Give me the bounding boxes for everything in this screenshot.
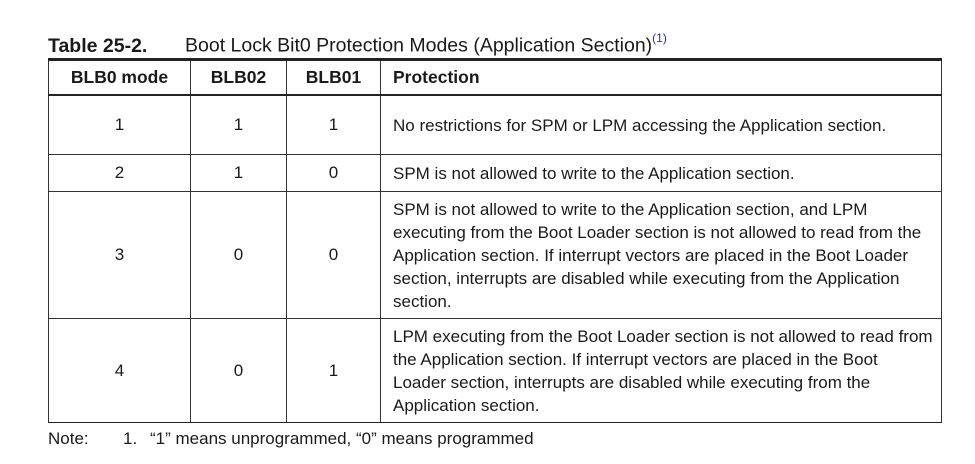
cell-protection: LPM executing from the Boot Loader secti… (380, 317, 942, 423)
cell-blb02: 1 (190, 94, 287, 155)
table-number: Table 25-2. (48, 34, 148, 57)
table-title: Boot Lock Bit0 Protection Modes (Applica… (185, 34, 653, 57)
protection-modes-table: BLB0 mode BLB02 BLB01 Protection 1 1 1 N… (48, 58, 942, 423)
column-header-blb0-mode: BLB0 mode (48, 58, 191, 96)
note-text: “1” means unprogrammed, “0” means progra… (150, 429, 534, 448)
table-row: 3 0 0 SPM is not allowed to write to the… (48, 190, 942, 319)
note-label: Note: (48, 429, 89, 448)
cell-mode: 4 (48, 317, 191, 423)
cell-protection: SPM is not allowed to write to the Appli… (380, 190, 942, 319)
table-row: 2 1 0 SPM is not allowed to write to the… (48, 153, 942, 192)
table-note: Note: 1. “1” means unprogrammed, “0” means… (48, 428, 534, 450)
cell-mode: 2 (48, 153, 191, 192)
column-header-blb02: BLB02 (190, 58, 287, 96)
footnote-reference-link[interactable]: (1) (652, 31, 667, 45)
cell-blb02: 0 (190, 317, 287, 423)
column-header-protection: Protection (380, 58, 942, 96)
cell-blb02: 1 (190, 153, 287, 192)
cell-blb02: 0 (190, 190, 287, 319)
cell-blb01: 0 (286, 153, 381, 192)
cell-protection: No restrictions for SPM or LPM accessing… (380, 94, 942, 155)
table-row: 1 1 1 No restrictions for SPM or LPM acc… (48, 94, 942, 155)
note-number: 1. (123, 429, 138, 448)
cell-blb01: 1 (286, 94, 381, 155)
cell-mode: 1 (48, 94, 191, 155)
table-row: 4 0 1 LPM executing from the Boot Loader… (48, 317, 942, 423)
cell-protection: SPM is not allowed to write to the Appli… (380, 153, 942, 192)
cell-blb01: 1 (286, 317, 381, 423)
column-header-blb01: BLB01 (286, 58, 381, 96)
table-caption: Table 25-2. Boot Lock Bit0 Protection Mod… (48, 28, 667, 58)
cell-mode: 3 (48, 190, 191, 319)
cell-blb01: 0 (286, 190, 381, 319)
table-header-row: BLB0 mode BLB02 BLB01 Protection (48, 58, 942, 96)
